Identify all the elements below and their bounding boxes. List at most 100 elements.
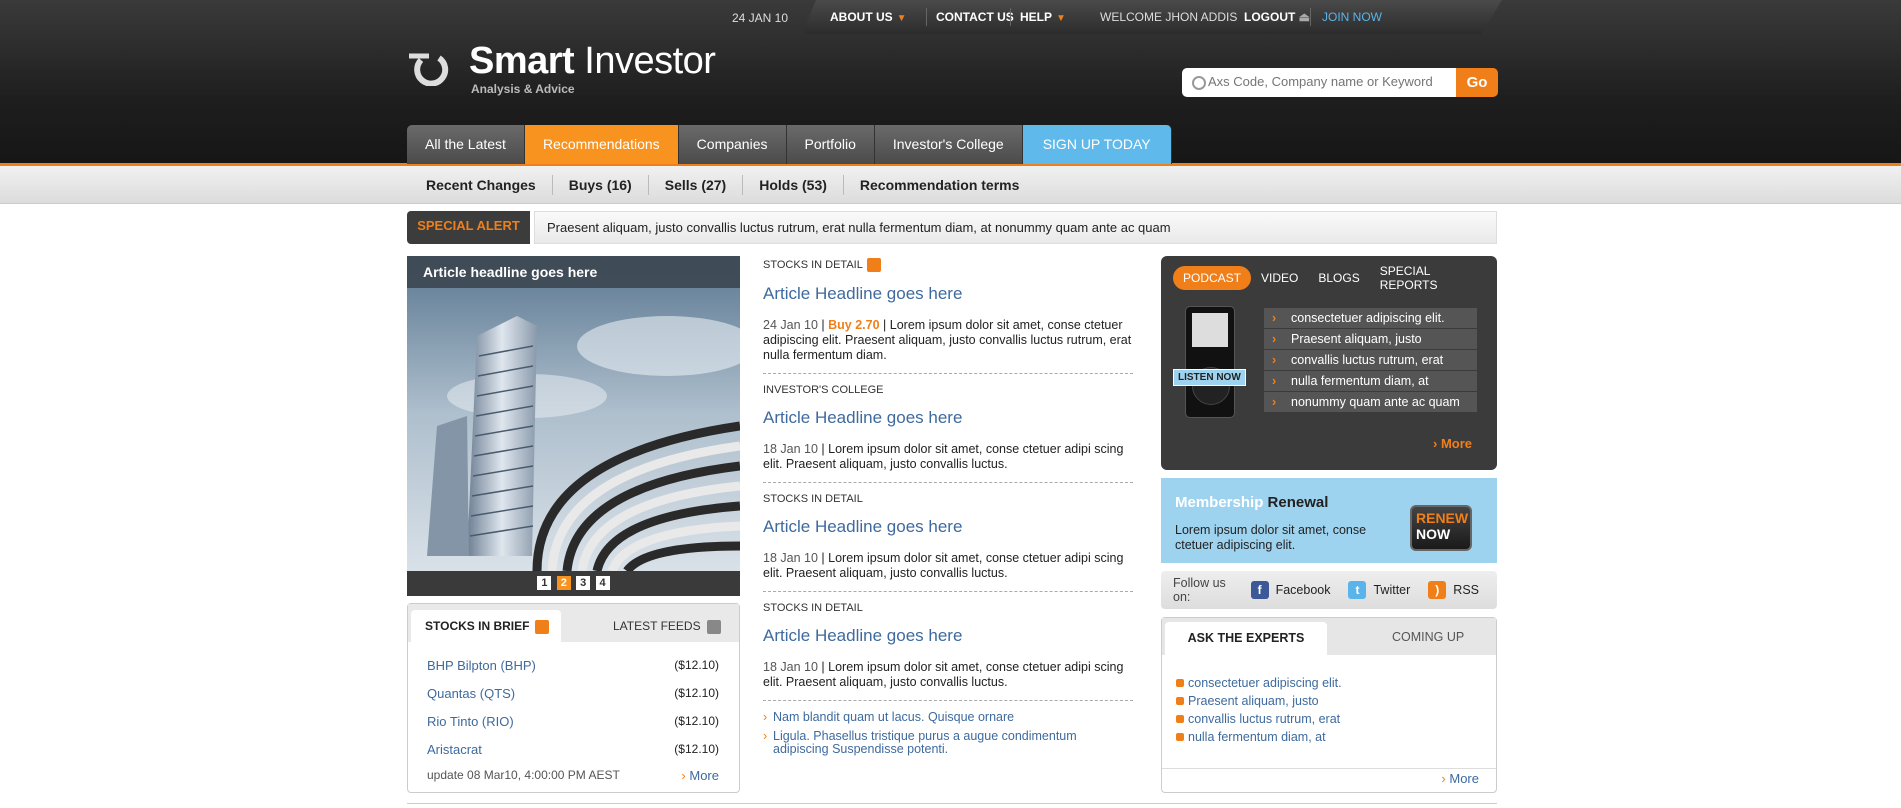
expert-question-link[interactable]: nulla fermentum diam, at [1176,730,1342,744]
special-alert-text[interactable]: Praesent aliquam, justo convallis luctus… [534,211,1497,244]
sign-up-button[interactable]: SIGN UP TODAY [1022,125,1172,164]
tab-recommendations[interactable]: Recommendations [524,125,679,164]
expert-question-link[interactable]: consectetuer adipiscing elit. [1176,676,1342,690]
about-us-link[interactable]: ABOUT US ▼ [830,10,907,24]
stock-list: BHP Bilpton (BHP) ($12.10) Quantas (QTS) (… [427,658,719,770]
pager-page-2[interactable]: 2 [556,576,571,590]
search-icon [1192,76,1206,90]
list-item: Quantas (QTS) ($12.10) [427,686,719,714]
rss-link[interactable]: ) RSS [1428,581,1479,599]
tab-all-the-latest[interactable]: All the Latest [407,125,525,164]
more-story-link[interactable]: Nam blandit quam ut lacus. Quisque ornar… [763,711,1133,725]
tab-special-reports[interactable]: SPECIAL REPORTS [1370,264,1497,292]
experts-more-link[interactable]: › More [1441,771,1479,786]
podcast-item[interactable]: nulla fermentum diam, at [1264,371,1477,391]
story-item: STOCKS IN DETAIL Article Headline goes h… [763,602,1133,701]
story-date: 24 Jan 10 [763,318,818,332]
ask-the-experts-panel: ASK THE EXPERTS COMING UP consectetuer a… [1161,617,1497,793]
subnav-buys[interactable]: Buys (16) [553,174,649,195]
podcast-more-link[interactable]: › More [1433,436,1472,451]
join-now-link[interactable]: JOIN NOW [1322,10,1382,24]
pager-page-4[interactable]: 4 [595,576,610,590]
footer-divider [407,803,1497,804]
listen-now-button[interactable]: LISTEN NOW [1173,369,1246,386]
rss-icon[interactable] [866,258,881,272]
podcast-item[interactable]: nonummy quam ante ac quam [1264,392,1477,412]
expert-question-link[interactable]: convallis luctus rutrum, erat [1176,712,1342,726]
logout-icon: ⏏ [1298,10,1311,24]
subnav-recent-changes[interactable]: Recent Changes [410,174,553,195]
tab-stocks-in-brief[interactable]: STOCKS IN BRIEF [411,610,561,642]
follow-label: Follow us on: [1173,576,1226,604]
contact-us-link[interactable]: CONTACT US [936,10,1014,24]
subnav-recommendation-terms[interactable]: Recommendation terms [844,175,1035,195]
expert-question-link[interactable]: Praesent aliquam, justo [1176,694,1342,708]
story-date: 18 Jan 10 [763,660,818,674]
facebook-icon: f [1250,581,1269,599]
list-item: BHP Bilpton (BHP) ($12.10) [427,658,719,686]
tab-investors-college[interactable]: Investor's College [874,125,1023,164]
subnav-holds[interactable]: Holds (53) [743,174,844,195]
podcast-list: consectetuer adipiscing elit. Praesent a… [1264,308,1477,413]
ipod-icon [1185,306,1235,418]
rss-icon [706,619,721,634]
story-item: STOCKS IN DETAIL Article Headline goes h… [763,258,1133,374]
story-date: 18 Jan 10 [763,551,818,565]
current-date: 24 JAN 10 [732,11,789,25]
welcome-message: WELCOME JHON ADDIS [1100,10,1238,24]
special-alert-label: SPECIAL ALERT [407,211,530,244]
facebook-link[interactable]: f Facebook [1250,581,1330,599]
podcast-item[interactable]: Praesent aliquam, justo [1264,329,1477,349]
featured-image[interactable] [407,256,740,571]
slideshow-pager: 1 2 3 4 [407,571,740,596]
tab-coming-up[interactable]: COMING UP [1392,630,1464,644]
brand-name: Smart Investor [469,40,716,82]
search-go-button[interactable]: Go [1456,68,1498,97]
site-logo[interactable]: Smart Investor Analysis & Advice [407,40,747,100]
utility-bar: 24 JAN 10 ABOUT US ▼ CONTACT US HELP ▼ WEL… [407,0,1502,34]
subnav-sells[interactable]: Sells (27) [649,174,744,195]
story-summary: Lorem ipsum dolor sit amet, conse ctetue… [763,660,1124,689]
main-navigation: All the Latest Recommendations Companies… [407,125,1172,164]
story-headline[interactable]: Article Headline goes here [763,517,1133,537]
story-headline[interactable]: Article Headline goes here [763,626,1133,646]
stocks-more-link[interactable]: › More [681,768,719,783]
tab-podcast[interactable]: PODCAST [1173,265,1252,290]
stock-link[interactable]: Rio Tinto (RIO) [427,714,514,729]
search-bar: Go [1182,68,1498,97]
story-section: STOCKS IN DETAIL [763,493,863,505]
tab-blogs[interactable]: BLOGS [1308,271,1369,285]
renew-now-button[interactable]: RENEW NOW [1410,505,1472,551]
brand-tagline: Analysis & Advice [471,82,575,96]
tab-ask-the-experts[interactable]: ASK THE EXPERTS [1165,622,1327,655]
media-panel: PODCAST VIDEO BLOGS SPECIAL REPORTS LIST… [1161,256,1497,470]
twitter-link[interactable]: t Twitter [1348,581,1410,599]
podcast-item[interactable]: consectetuer adipiscing elit. [1264,308,1477,328]
podcast-item[interactable]: convallis luctus rutrum, erat [1264,350,1477,370]
rss-icon: ) [1428,581,1447,599]
tab-latest-feeds[interactable]: LATEST FEEDS [613,610,721,642]
search-input[interactable] [1206,73,1456,90]
tab-companies[interactable]: Companies [678,125,787,164]
stocks-in-brief-panel: STOCKS IN BRIEF LATEST FEEDS BHP Bilpton… [407,603,740,793]
help-link[interactable]: HELP ▼ [1020,10,1066,24]
tab-video[interactable]: VIDEO [1251,271,1308,285]
story-headline[interactable]: Article Headline goes here [763,284,1133,304]
pager-page-1[interactable]: 1 [537,576,552,590]
sub-navigation: Recent Changes Buys (16) Sells (27) Hold… [0,166,1901,204]
story-item: INVESTOR'S COLLEGE Article Headline goes… [763,384,1133,483]
pager-page-3[interactable]: 3 [576,576,591,590]
utility-links: ABOUT US ▼ CONTACT US HELP ▼ WELCOME JHON … [802,0,1502,34]
chevron-down-icon: ▼ [1056,13,1066,24]
stock-link[interactable]: BHP Bilpton (BHP) [427,658,536,673]
stock-link[interactable]: Quantas (QTS) [427,686,515,701]
logout-link[interactable]: LOGOUT ⏏ [1244,10,1310,24]
featured-headline[interactable]: Article headline goes here [407,256,740,288]
more-story-link[interactable]: Ligula. Phasellus tristique purus a augu… [763,730,1133,756]
stock-link[interactable]: Aristacrat [427,742,482,757]
tab-portfolio[interactable]: Portfolio [786,125,875,164]
story-item: STOCKS IN DETAIL Article Headline goes h… [763,493,1133,592]
chevron-down-icon: ▼ [896,13,907,24]
story-headline[interactable]: Article Headline goes here [763,408,1133,428]
featured-article[interactable]: Article headline goes here 1 2 3 4 [407,256,740,596]
